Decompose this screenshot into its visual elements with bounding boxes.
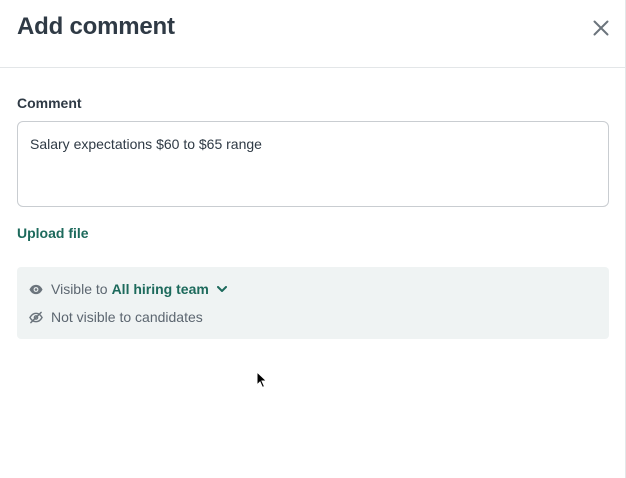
comment-label: Comment [17,95,82,111]
comment-text: Salary expectations $60 to $65 range [30,136,262,152]
visibility-prefix: Visible to [51,281,108,297]
visibility-selected: All hiring team [111,281,209,297]
comment-textarea[interactable]: Salary expectations $60 to $65 range [17,121,609,207]
visibility-row: Visible to All hiring team [29,281,227,297]
chevron-down-icon [216,285,227,293]
add-comment-modal: Add comment Comment Salary expectations … [0,0,626,478]
close-icon [593,20,609,36]
visibility-dropdown[interactable]: All hiring team [112,281,227,297]
close-button[interactable] [589,16,613,40]
visibility-panel: Visible to All hiring team Not visible t… [17,267,609,339]
visibility-note: Not visible to candidates [51,309,203,325]
modal-header: Add comment [0,0,625,68]
upload-file-link[interactable]: Upload file [17,225,89,241]
mouse-cursor-icon [256,371,268,389]
modal-title: Add comment [17,13,175,40]
candidate-visibility-row: Not visible to candidates [29,309,203,325]
eye-icon [29,282,43,296]
eye-off-icon [29,310,43,324]
